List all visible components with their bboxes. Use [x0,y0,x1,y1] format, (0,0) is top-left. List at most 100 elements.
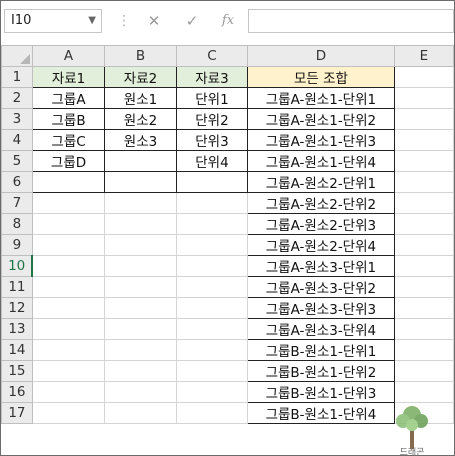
cell-d1[interactable]: 모든 조합 [247,66,395,88]
cell-c8[interactable] [175,213,249,235]
cell-c3[interactable]: 단위2 [175,108,249,130]
column-header-e[interactable]: E [393,45,454,67]
row-header-16[interactable]: 16 [1,381,33,403]
insert-function-icon[interactable]: fx [217,9,239,33]
row-header-17[interactable]: 17 [1,402,33,424]
cell-d8[interactable]: 그룹A-원소2-단위3 [247,213,395,235]
cell-d9[interactable]: 그룹A-원소2-단위4 [247,234,395,256]
cell-c11[interactable] [175,276,249,298]
cell-d6[interactable]: 그룹A-원소2-단위1 [247,171,395,193]
row-header-10[interactable]: 10 [1,255,34,277]
cell-a8[interactable] [31,213,106,235]
column-header-d[interactable]: D [247,45,395,67]
cell-e5[interactable] [393,150,454,172]
cell-e2[interactable] [393,87,454,109]
cell-c5[interactable]: 단위4 [175,150,249,172]
row-header-2[interactable]: 2 [1,87,33,109]
row-header-12[interactable]: 12 [1,297,33,319]
cell-e14[interactable] [393,339,454,361]
cell-e1[interactable] [393,66,454,88]
cell-a2[interactable]: 그룹A [31,87,106,109]
cell-d15[interactable]: 그룹B-원소1-단위2 [247,360,395,382]
row-header-8[interactable]: 8 [1,213,33,235]
cell-b8[interactable] [104,213,177,235]
cell-c13[interactable] [175,318,249,340]
cell-e3[interactable] [393,108,454,130]
cell-d10[interactable]: 그룹A-원소3-단위1 [247,255,395,277]
cell-d16[interactable]: 그룹B-원소1-단위3 [247,381,395,403]
cell-e13[interactable] [393,318,454,340]
cell-e15[interactable] [393,360,454,382]
cell-a15[interactable] [31,360,106,382]
cell-a17[interactable] [31,402,106,424]
cell-b7[interactable] [104,192,177,214]
cell-a9[interactable] [31,234,106,256]
cell-c7[interactable] [175,192,249,214]
cell-e11[interactable] [393,276,454,298]
cell-b14[interactable] [104,339,177,361]
row-header-13[interactable]: 13 [1,318,33,340]
cell-d11[interactable]: 그룹A-원소3-단위2 [247,276,395,298]
cell-a5[interactable]: 그룹D [31,150,106,172]
cell-e6[interactable] [393,171,454,193]
cell-a13[interactable] [31,318,106,340]
column-header-c[interactable]: C [175,45,249,67]
row-header-6[interactable]: 6 [1,171,33,193]
cell-b10[interactable] [104,255,177,277]
cell-c10[interactable] [175,255,249,277]
row-header-14[interactable]: 14 [1,339,33,361]
row-header-15[interactable]: 15 [1,360,33,382]
cell-b1[interactable]: 자료2 [104,66,177,88]
cell-a16[interactable] [31,381,106,403]
cell-b17[interactable] [104,402,177,424]
row-header-5[interactable]: 5 [1,150,33,172]
cell-e12[interactable] [393,297,454,319]
row-header-9[interactable]: 9 [1,234,33,256]
cell-b15[interactable] [104,360,177,382]
cell-e10[interactable] [393,255,454,277]
cell-d3[interactable]: 그룹A-원소1-단위2 [247,108,395,130]
cell-e9[interactable] [393,234,454,256]
cancel-icon[interactable]: ✕ [143,9,165,33]
cell-a1[interactable]: 자료1 [31,66,106,88]
column-header-b[interactable]: B [104,45,177,67]
cell-a12[interactable] [31,297,106,319]
cell-c1[interactable]: 자료3 [175,66,249,88]
row-header-3[interactable]: 3 [1,108,33,130]
cell-c14[interactable] [175,339,249,361]
row-header-1[interactable]: 1 [1,66,33,88]
cell-b12[interactable] [104,297,177,319]
cell-e8[interactable] [393,213,454,235]
cell-b9[interactable] [104,234,177,256]
column-header-a[interactable]: A [31,45,106,67]
cell-c15[interactable] [175,360,249,382]
cell-d5[interactable]: 그룹A-원소1-단위4 [247,150,395,172]
cell-b5[interactable] [104,150,177,172]
cell-c16[interactable] [175,381,249,403]
cell-a4[interactable]: 그룹C [31,129,106,151]
chevron-down-icon[interactable]: ▼ [88,15,96,26]
row-header-4[interactable]: 4 [1,129,33,151]
cell-c9[interactable] [175,234,249,256]
select-all-icon[interactable] [19,54,30,64]
more-options-icon[interactable]: ⋮ [117,9,131,33]
enter-icon[interactable]: ✓ [181,9,203,33]
cell-a10[interactable] [31,255,106,277]
cell-d7[interactable]: 그룹A-원소2-단위2 [247,192,395,214]
select-all-corner[interactable] [1,45,33,67]
name-box[interactable]: I10 ▼ [4,9,102,33]
cell-a3[interactable]: 그룹B [31,108,106,130]
row-header-11[interactable]: 11 [1,276,33,298]
cell-b4[interactable]: 원소3 [104,129,177,151]
cell-b16[interactable] [104,381,177,403]
cell-c12[interactable] [175,297,249,319]
cell-e7[interactable] [393,192,454,214]
cell-d4[interactable]: 그룹A-원소1-단위3 [247,129,395,151]
cell-d2[interactable]: 그룹A-원소1-단위1 [247,87,395,109]
cell-b11[interactable] [104,276,177,298]
cell-c6[interactable] [175,171,249,193]
cell-a14[interactable] [31,339,106,361]
cell-b2[interactable]: 원소1 [104,87,177,109]
formula-input[interactable] [248,9,454,33]
cell-b6[interactable] [104,171,177,193]
